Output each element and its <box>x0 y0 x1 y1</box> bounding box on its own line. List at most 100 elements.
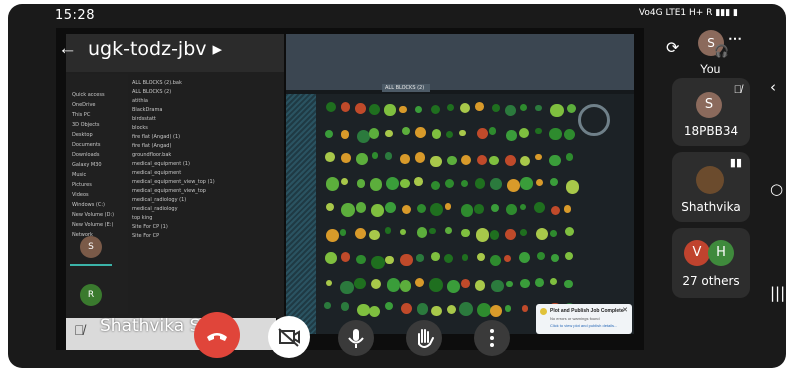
cad-block-symbol <box>519 103 527 111</box>
cad-block-symbol <box>324 252 337 264</box>
cad-block-symbol <box>356 129 370 144</box>
explorer-nav-item[interactable]: New Volume (E:) <box>72 222 114 229</box>
explorer-file-item[interactable]: medical_radiology <box>132 206 282 213</box>
back-arrow-icon[interactable]: ← <box>58 38 77 60</box>
explorer-nav-item[interactable]: Pictures <box>72 182 114 189</box>
cad-block-symbol <box>506 130 517 141</box>
explorer-file-item[interactable]: Site For CP <box>132 233 282 240</box>
cad-block-symbol <box>506 280 513 288</box>
raise-hand-button[interactable] <box>406 320 442 356</box>
cad-block-symbol <box>430 202 444 217</box>
explorer-nav-item[interactable]: OneDrive <box>72 102 114 109</box>
explorer-file-item[interactable]: ALL BLOCKS (2).bak <box>132 80 282 87</box>
cad-block-symbol <box>519 128 530 139</box>
explorer-file-item[interactable]: medical_equipment (1) <box>132 161 282 168</box>
explorer-file-list: ALL BLOCKS (2).bak ALL BLOCKS (2) atithia B… <box>132 80 282 310</box>
cad-block-symbol <box>430 252 440 262</box>
explorer-file-item[interactable]: BlackDrama <box>132 107 282 114</box>
cad-block-symbol <box>504 305 512 312</box>
cad-block-symbol <box>491 103 500 112</box>
cad-block-symbol <box>551 205 561 216</box>
cad-block-symbol <box>461 254 468 261</box>
participant-avatar: S <box>696 92 722 118</box>
cad-block-symbol <box>489 230 500 240</box>
explorer-nav-item[interactable]: Quick access <box>72 92 114 99</box>
cad-block-symbol <box>429 278 443 292</box>
explorer-file-item[interactable]: birdsstatt <box>132 116 282 123</box>
cad-block-symbol <box>534 202 546 214</box>
cad-block-symbol <box>549 103 564 118</box>
camera-off-button[interactable] <box>268 316 310 358</box>
explorer-file-item[interactable]: Site For CP (1) <box>132 224 282 231</box>
more-options-button[interactable] <box>474 320 510 356</box>
cad-block-symbol <box>430 155 442 167</box>
cad-block-symbol <box>459 102 471 113</box>
recents-nav-button[interactable]: ||| <box>770 284 785 302</box>
explorer-file-item[interactable]: fire flat (Angad) <box>132 143 282 150</box>
cad-block-symbol <box>461 228 470 238</box>
notification-link[interactable]: Click to view plot and publish details..… <box>550 323 617 328</box>
cad-block-symbol <box>355 103 366 114</box>
close-icon[interactable]: ✕ <box>622 306 628 314</box>
meeting-title[interactable]: ugk-todz-jbv ▸ <box>88 38 222 60</box>
back-nav-button[interactable]: ‹ <box>770 78 776 96</box>
cad-block-symbol <box>506 178 520 192</box>
cad-block-symbol <box>536 252 546 261</box>
cad-block-symbol <box>564 128 576 140</box>
participant-tile[interactable]: S 🎙̸ 18PBB34 <box>672 78 750 146</box>
viewcube-icon[interactable] <box>578 104 610 136</box>
cad-block-symbol <box>415 152 426 163</box>
cad-block-symbol <box>505 105 517 116</box>
explorer-file-item[interactable]: ALL BLOCKS (2) <box>132 89 282 96</box>
explorer-nav-item[interactable]: New Volume (D:) <box>72 212 114 219</box>
explorer-nav-item[interactable]: Desktop <box>72 132 114 139</box>
cad-block-symbol <box>371 279 382 290</box>
cad-block-symbol <box>505 203 517 215</box>
explorer-nav-item[interactable]: Music <box>72 172 114 179</box>
cad-block-symbol <box>385 255 394 265</box>
explorer-file-item[interactable]: atithia <box>132 98 282 105</box>
cad-block-symbol <box>550 178 559 187</box>
participant-name: Shathvika <box>681 200 741 214</box>
explorer-file-item[interactable]: groundfloor.bak <box>132 152 282 159</box>
participant-tile[interactable]: V H 27 others <box>672 228 750 298</box>
cad-block-symbol <box>476 154 488 165</box>
explorer-file-item[interactable]: blocks <box>132 125 282 132</box>
participant-tile[interactable]: ▮▮ Shathvika <box>672 152 750 222</box>
explorer-nav-item[interactable]: Galaxy M30 <box>72 162 114 169</box>
explorer-file-item[interactable]: fire flat (Angad) (1) <box>132 134 282 141</box>
cad-block-symbol <box>340 252 351 262</box>
explorer-file-item[interactable]: medical_equipment_view_top (1) <box>132 179 282 186</box>
microphone-button[interactable] <box>338 320 374 356</box>
notification-title: Plot and Publish Job Complete <box>550 308 624 314</box>
explorer-nav-item[interactable]: Documents <box>72 142 114 149</box>
speaking-icon: ▮▮ <box>729 157 742 169</box>
cad-block-symbol <box>324 129 333 139</box>
end-call-button[interactable] <box>194 312 240 358</box>
more-icon[interactable]: ⋯ <box>728 30 742 47</box>
cad-block-symbol <box>325 102 336 113</box>
cad-block-symbol <box>399 105 407 114</box>
explorer-nav-item[interactable]: 3D Objects <box>72 122 114 129</box>
cad-block-symbol <box>325 202 334 211</box>
cad-block-symbol <box>384 104 396 116</box>
explorer-nav-item[interactable]: This PC <box>72 112 114 119</box>
home-nav-button[interactable]: ○ <box>770 180 783 198</box>
explorer-file-item[interactable]: medical_radiology (1) <box>132 197 282 204</box>
explorer-nav-item[interactable]: Videos <box>72 192 114 199</box>
explorer-nav-item[interactable]: Downloads <box>72 152 114 159</box>
explorer-file-item[interactable]: medical_equipment <box>132 170 282 177</box>
cad-block-symbol <box>340 102 351 112</box>
explorer-file-item[interactable]: medical_equipment_view_top <box>132 188 282 195</box>
plot-notification[interactable]: Plot and Publish Job Complete No errors … <box>536 304 632 334</box>
explorer-nav-item[interactable]: Windows (C:) <box>72 202 114 209</box>
cad-block-symbol <box>340 177 349 186</box>
thumbnail-avatar[interactable]: S <box>80 236 102 258</box>
cad-block-symbol <box>416 203 427 214</box>
switch-camera-icon[interactable]: ⟳ <box>666 38 679 58</box>
participant-avatar: V <box>684 240 710 266</box>
cad-block-symbol <box>430 180 441 191</box>
explorer-file-item[interactable]: top king <box>132 215 282 222</box>
cad-block-symbol <box>475 102 484 112</box>
thumbnail-avatar[interactable]: R <box>80 284 102 306</box>
